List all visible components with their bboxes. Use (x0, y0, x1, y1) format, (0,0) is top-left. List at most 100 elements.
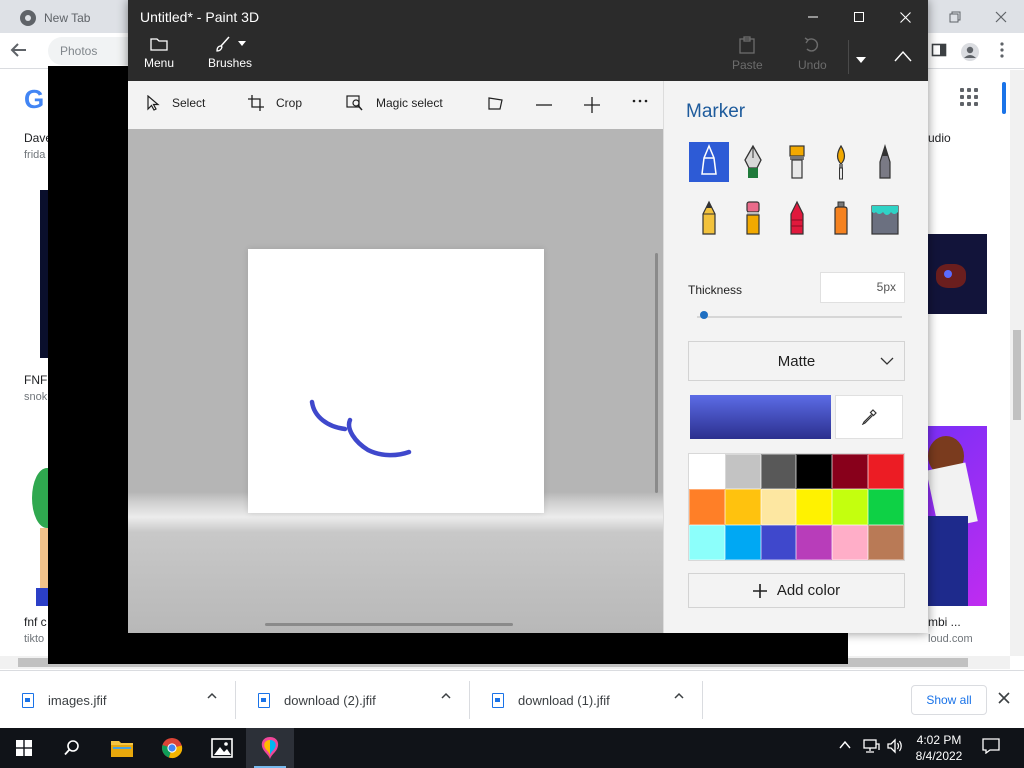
fill-icon[interactable] (865, 198, 905, 238)
crop-tool[interactable]: Crop (248, 95, 302, 111)
maximize-icon (854, 12, 864, 22)
calligraphy-pen-icon[interactable] (733, 142, 773, 182)
google-apps-icon[interactable] (960, 88, 978, 106)
color-swatch[interactable] (796, 489, 833, 525)
canvas-vertical-scrollbar[interactable] (655, 253, 658, 493)
close-button[interactable] (882, 0, 928, 34)
chrome-icon[interactable] (148, 728, 196, 768)
zoom-out-icon[interactable] (536, 98, 552, 112)
notifications-icon[interactable] (982, 738, 1000, 757)
download-item[interactable]: images.jfif (0, 681, 236, 719)
clipboard-icon (739, 36, 755, 54)
color-swatch[interactable] (832, 489, 869, 525)
result-title[interactable]: mbi ... (928, 615, 961, 629)
page-vertical-scrollbar[interactable] (1010, 70, 1024, 656)
thickness-slider-thumb[interactable] (699, 311, 708, 319)
color-swatch[interactable] (832, 524, 869, 560)
thickness-input[interactable]: 5px (820, 272, 905, 303)
magic-select-tool[interactable]: Magic select (346, 95, 443, 111)
ribbon: Menu Brushes Paste Undo (128, 34, 928, 81)
download-item[interactable]: download (2).jfif (236, 681, 470, 719)
color-swatch[interactable] (760, 454, 797, 490)
add-color-button[interactable]: Add color (688, 573, 905, 608)
search-icon[interactable] (48, 728, 96, 768)
spray-can-icon[interactable] (821, 198, 861, 238)
result-title[interactable]: udio (928, 131, 951, 145)
back-arrow-icon[interactable] (10, 41, 28, 64)
show-all-button[interactable]: Show all (911, 685, 987, 715)
download-item[interactable]: download (1).jfif (470, 681, 703, 719)
select-tool[interactable]: Select (146, 95, 205, 111)
address-bar[interactable]: Photos (48, 37, 128, 65)
menu-button[interactable]: Menu (144, 36, 174, 78)
crop-label: Crop (276, 96, 303, 110)
chevron-up-icon[interactable] (441, 691, 451, 701)
pixel-pen-icon[interactable] (865, 142, 905, 182)
file-icon (22, 692, 34, 708)
color-swatch[interactable] (868, 489, 904, 525)
volume-icon[interactable] (886, 738, 904, 757)
result-title[interactable]: FNF (24, 373, 47, 387)
oil-brush-icon[interactable] (777, 142, 817, 182)
chevron-up-icon[interactable] (674, 691, 684, 701)
clock[interactable]: 4:02 PM 8/4/2022 (908, 732, 970, 764)
drawing-canvas[interactable] (248, 249, 544, 513)
history-dropdown-icon[interactable] (856, 52, 866, 66)
canvas-workspace[interactable] (128, 129, 663, 633)
chrome-menu-icon[interactable] (993, 42, 1011, 60)
collapse-ribbon-icon[interactable] (894, 50, 912, 65)
pencil-icon[interactable] (689, 198, 729, 238)
add-color-label: Add color (776, 582, 841, 599)
color-swatch[interactable] (689, 489, 725, 525)
google-logo[interactable]: G (24, 84, 44, 115)
brushes-tab[interactable]: Brushes (208, 36, 252, 78)
maximize-button[interactable] (836, 0, 882, 34)
eyedropper-button[interactable] (835, 395, 903, 439)
undo-label: Undo (798, 58, 827, 72)
color-swatch[interactable] (724, 489, 761, 525)
minimize-button[interactable] (790, 0, 836, 34)
color-swatch[interactable] (868, 524, 904, 560)
result-thumbnail[interactable] (928, 426, 987, 606)
color-swatch[interactable] (689, 524, 725, 560)
color-swatch[interactable] (689, 454, 725, 490)
color-swatch[interactable] (724, 454, 761, 490)
chevron-up-icon[interactable] (207, 691, 217, 701)
color-swatch[interactable] (760, 489, 797, 525)
zoom-in-icon[interactable] (584, 97, 600, 113)
window-title: Untitled* - Paint 3D (140, 9, 260, 25)
current-color-swatch[interactable] (690, 395, 831, 439)
canvas-horizontal-scrollbar[interactable] (265, 623, 513, 626)
color-swatch[interactable] (868, 454, 904, 490)
paste-button[interactable]: Paste (732, 36, 763, 78)
thickness-slider-track[interactable] (697, 316, 902, 318)
photos-icon[interactable] (198, 728, 246, 768)
crayon-icon[interactable] (777, 198, 817, 238)
watercolor-icon[interactable] (821, 142, 861, 182)
paint-3d-icon[interactable] (246, 728, 294, 768)
color-swatch[interactable] (796, 524, 833, 560)
undo-button[interactable]: Undo (798, 36, 827, 78)
eraser-icon[interactable] (733, 198, 773, 238)
result-thumbnail[interactable] (40, 190, 48, 358)
result-thumbnail[interactable] (928, 234, 987, 314)
more-options-icon[interactable] (632, 99, 648, 103)
result-thumbnail[interactable] (20, 428, 48, 606)
start-icon[interactable] (0, 728, 48, 768)
color-swatch[interactable] (724, 524, 761, 560)
close-download-bar-icon[interactable] (998, 689, 1010, 707)
profile-avatar-icon[interactable] (960, 42, 979, 61)
file-explorer-icon[interactable] (98, 728, 146, 768)
network-icon[interactable] (862, 738, 880, 757)
chrome-restore-icon[interactable] (932, 4, 978, 30)
marker-icon[interactable] (689, 142, 729, 182)
view-3d-icon[interactable] (488, 97, 504, 111)
color-swatch[interactable] (796, 454, 833, 490)
result-title[interactable]: fnf c (24, 615, 47, 629)
color-swatch[interactable] (832, 454, 869, 490)
side-panel-icon[interactable] (930, 42, 948, 60)
finish-dropdown[interactable]: Matte (688, 341, 905, 381)
color-swatch[interactable] (760, 524, 797, 560)
chevron-up-icon[interactable] (838, 738, 852, 755)
chrome-close-icon[interactable] (978, 4, 1024, 30)
